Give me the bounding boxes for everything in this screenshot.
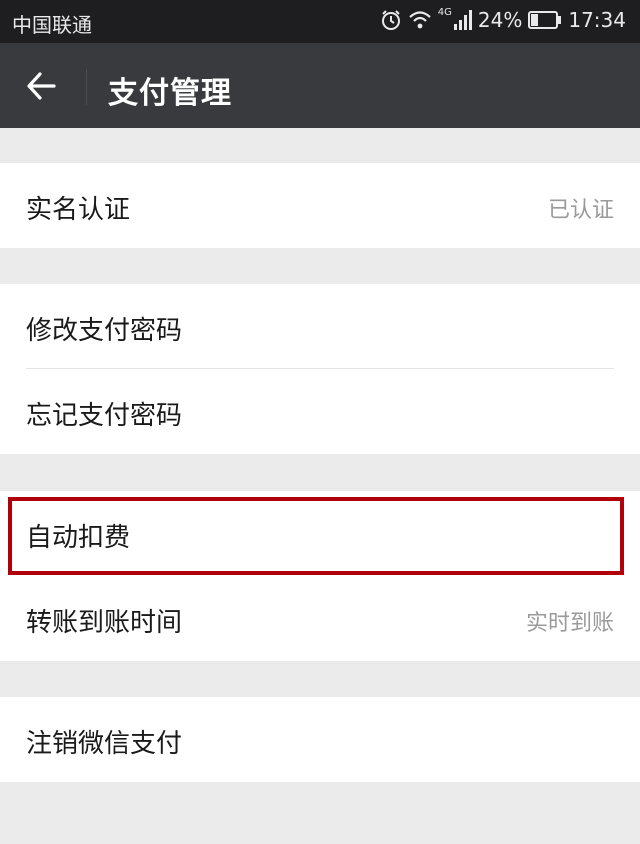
- title-bar: 支付管理: [0, 43, 640, 128]
- row-forgot-pay-password[interactable]: 忘记支付密码: [0, 369, 640, 454]
- row-change-pay-password[interactable]: 修改支付密码: [0, 284, 640, 369]
- status-icons: 4G 24% 17:34: [380, 6, 626, 32]
- group-deactivate: 注销微信支付: [0, 697, 640, 782]
- row-label: 修改支付密码: [26, 316, 183, 346]
- row-label: 注销微信支付: [26, 729, 183, 759]
- row-value: 已认证: [547, 198, 614, 223]
- back-arrow-icon[interactable]: [24, 69, 60, 103]
- group-password: 修改支付密码 忘记支付密码: [0, 284, 640, 454]
- row-value: 实时到账: [525, 611, 614, 636]
- status-bar: 中国联通 4G 24% 17:34: [0, 0, 640, 43]
- group-verification: 实名认证 已认证: [0, 163, 640, 248]
- row-label: 自动扣费: [26, 523, 131, 553]
- alarm-icon: [380, 9, 402, 31]
- row-label: 忘记支付密码: [26, 401, 183, 431]
- clock: 17:34: [568, 8, 626, 32]
- network-type: 4G: [437, 6, 452, 18]
- row-label: 转账到账时间: [26, 608, 183, 638]
- row-real-name-auth[interactable]: 实名认证 已认证: [0, 163, 640, 248]
- signal-icon: [453, 10, 472, 30]
- carrier-name: 中国联通: [12, 13, 92, 37]
- battery-percent: 24%: [477, 8, 523, 32]
- title-divider: [86, 69, 87, 105]
- row-transfer-arrival-time[interactable]: 转账到账时间 实时到账: [0, 576, 640, 661]
- battery-icon: [528, 11, 562, 29]
- row-auto-deduction[interactable]: 自动扣费: [0, 491, 640, 576]
- wifi-icon: [408, 10, 432, 30]
- group-payments: 自动扣费 转账到账时间 实时到账: [0, 491, 640, 661]
- row-label: 实名认证: [26, 195, 131, 225]
- row-deactivate-wechat-pay[interactable]: 注销微信支付: [0, 697, 640, 782]
- page-title: 支付管理: [108, 76, 232, 111]
